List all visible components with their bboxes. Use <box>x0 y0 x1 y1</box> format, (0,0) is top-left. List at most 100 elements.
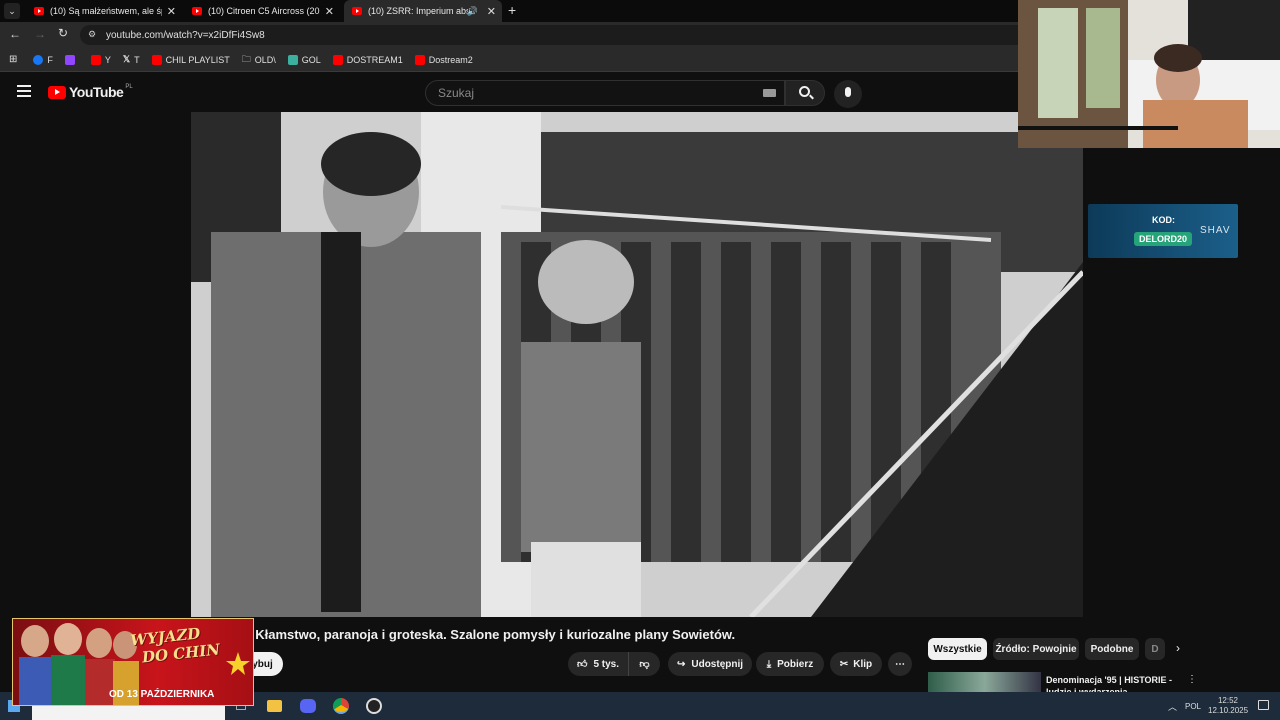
chip-all[interactable]: Wszystkie <box>928 638 987 660</box>
clock[interactable]: 12:52 12.10.2025 <box>1208 696 1248 716</box>
banner-date: OD 13 PAŹDZIERNIKA <box>109 689 215 700</box>
stream-banner: WYJAZD DO CHIN OD 13 PAŹDZIERNIKA <box>12 618 254 706</box>
share-button[interactable]: ↪ Udostępnij <box>668 652 752 676</box>
more-actions-button[interactable]: ⋯ <box>888 652 912 676</box>
bookmark-twitch[interactable] <box>64 54 79 65</box>
logo-text: YouTube <box>69 84 124 100</box>
recommended-thumbnail[interactable] <box>928 672 1041 692</box>
recommended-title: Denominacja '95 | HISTORIE - ludzie i wy… <box>1046 675 1173 692</box>
youtube-favicon-icon <box>192 7 202 15</box>
back-icon[interactable]: ← <box>9 27 21 41</box>
chevron-right-icon[interactable]: › <box>1176 641 1180 655</box>
microphone-icon <box>845 87 851 97</box>
clip-button[interactable]: ✂ Klip <box>830 652 882 676</box>
download-icon: ⤓ <box>766 658 772 670</box>
voice-search-button[interactable] <box>834 80 862 108</box>
tab-menu-icon[interactable]: ⌄ <box>4 3 20 19</box>
tray-chevron-icon[interactable]: ︿ <box>1168 700 1177 713</box>
browser-tab-2[interactable]: (10) Citroen C5 Aircross (2025) ✕ <box>184 0 340 22</box>
tab-title: (10) Są małżeństwem, ale śpią o <box>50 6 162 16</box>
subscribe-label: ybuj <box>252 658 273 670</box>
site-info-icon[interactable]: ⚙ <box>88 29 96 40</box>
chrome-icon[interactable] <box>333 698 349 714</box>
browser-tab-3-active[interactable]: (10) ZSRR: Imperium absurd 🔊 ✕ <box>344 0 502 22</box>
code-value: DELORD20 <box>1134 232 1193 246</box>
facebook-icon <box>33 54 44 65</box>
bookmark-facebook[interactable]: F <box>33 54 53 65</box>
webcam-image <box>1018 0 1280 148</box>
discord-icon[interactable] <box>300 699 316 713</box>
chip-more[interactable]: D <box>1145 638 1165 660</box>
folder-icon: 🗀 <box>241 53 251 64</box>
download-label: Pobierz <box>777 658 814 670</box>
youtube-favicon-icon <box>34 7 44 15</box>
bookmark-label: Y <box>104 54 111 65</box>
share-icon: ↪ <box>676 658 686 670</box>
obs-icon[interactable] <box>366 698 382 714</box>
tab-close-icon[interactable]: ✕ <box>325 5 334 18</box>
apps-grid-icon[interactable]: ⊞ <box>9 54 17 65</box>
hamburger-menu-icon[interactable] <box>17 85 31 97</box>
bookmark-x[interactable]: 𝕏T <box>123 54 140 65</box>
search-button[interactable] <box>785 80 825 106</box>
video-player[interactable] <box>191 112 1083 617</box>
thumbs-up-icon: 👍︎ <box>576 659 588 670</box>
bookmark-chil-playlist[interactable]: CHIL PLAYLIST <box>151 54 230 65</box>
chip-similar[interactable]: Podobne <box>1085 638 1139 660</box>
bookmark-label: T <box>134 54 140 65</box>
code-label: KOD: <box>1152 215 1175 225</box>
bookmark-label: GOL <box>301 54 321 65</box>
like-count: 5 tys. <box>593 658 620 670</box>
new-tab-icon[interactable]: + <box>508 2 516 18</box>
language-indicator[interactable]: POL <box>1185 702 1201 711</box>
share-label: Udostępnij <box>691 658 744 670</box>
more-horizontal-icon: ⋯ <box>895 658 905 670</box>
gol-icon <box>287 54 298 65</box>
youtube-play-icon <box>48 85 66 99</box>
bookmark-label: Dostream2 <box>428 54 473 65</box>
download-button[interactable]: ⤓ Pobierz <box>756 652 824 676</box>
chip-label: Źródło: Powojnie <box>995 643 1077 655</box>
chip-label: Wszystkie <box>933 643 982 655</box>
file-explorer-icon[interactable] <box>267 700 282 712</box>
chip-source[interactable]: Źródło: Powojnie <box>993 638 1079 660</box>
bookmark-gol[interactable]: GOL <box>287 54 321 65</box>
region-code: PL <box>125 84 133 90</box>
taskbar-search-field[interactable] <box>32 706 225 720</box>
youtube-icon <box>414 54 425 65</box>
recommended-video[interactable]: Denominacja '95 | HISTORIE - ludzie i wy… <box>928 672 1200 692</box>
reload-icon[interactable]: ↻ <box>58 26 68 40</box>
forward-icon[interactable]: → <box>34 27 46 41</box>
search-input[interactable]: Szukaj <box>425 80 785 106</box>
browser-tab-1[interactable]: (10) Są małżeństwem, ale śpią o ✕ <box>26 0 182 22</box>
youtube-header: YouTube PL Szukaj <box>0 73 1020 113</box>
bookmark-label: DOSTREAM1 <box>346 54 403 65</box>
youtube-favicon-icon <box>352 7 362 15</box>
clock-time: 12:52 <box>1217 696 1239 705</box>
tab-close-icon[interactable]: ✕ <box>167 5 176 18</box>
keyboard-icon[interactable] <box>763 89 776 97</box>
search-placeholder: Szukaj <box>438 86 475 100</box>
chip-label: Podobne <box>1090 643 1134 655</box>
tab-title: (10) ZSRR: Imperium absurd <box>368 6 468 16</box>
like-button[interactable]: 👍︎ 5 tys. <box>568 652 628 676</box>
video-frame-image <box>191 112 1083 617</box>
bookmark-label: F <box>47 54 53 65</box>
youtube-icon <box>90 54 101 65</box>
bookmark-label: OLD\ <box>254 54 276 65</box>
tab-close-icon[interactable]: ✕ <box>487 5 496 18</box>
notification-icon[interactable] <box>1258 700 1269 710</box>
youtube-logo[interactable]: YouTube PL <box>48 84 133 100</box>
youtube-icon <box>332 54 343 65</box>
more-vertical-icon[interactable]: ⋮ <box>1187 674 1197 685</box>
audio-icon[interactable]: 🔊 <box>467 6 478 17</box>
bookmark-youtube[interactable]: Y <box>90 54 111 65</box>
dislike-button[interactable]: 👎︎ <box>628 652 660 676</box>
url-text: youtube.com/watch?v=x2iDfFi4Sw8 <box>106 29 265 41</box>
bookmark-dostream2[interactable]: Dostream2 <box>414 54 473 65</box>
clip-label: Klip <box>853 658 873 670</box>
url-field[interactable]: ⚙ youtube.com/watch?v=x2iDfFi4Sw8 <box>80 25 1080 45</box>
bookmark-old-folder[interactable]: 🗀 OLD\ <box>242 52 276 68</box>
bookmark-dostream1[interactable]: DOSTREAM1 <box>332 54 403 65</box>
sponsor-logo: SHAV <box>1200 225 1231 236</box>
